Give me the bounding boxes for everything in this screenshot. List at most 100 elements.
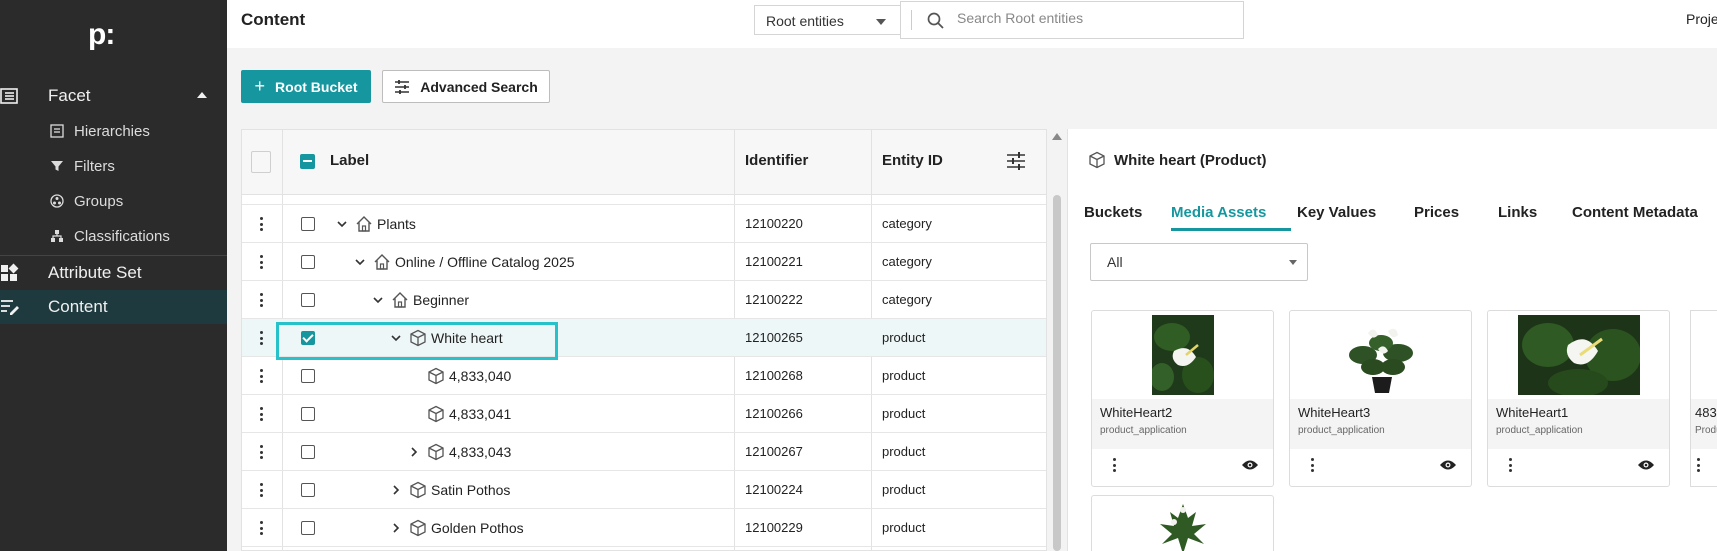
chevron-down-icon[interactable] xyxy=(353,255,367,269)
advanced-search-button[interactable]: Advanced Search xyxy=(382,70,550,103)
collapse-caret-icon[interactable] xyxy=(197,92,207,98)
table-row[interactable]: Satin Pothos 12100224 product xyxy=(242,471,1046,509)
eye-icon[interactable] xyxy=(1241,459,1259,471)
row-identifier: 12100220 xyxy=(745,216,803,231)
row-identifier: 12100222 xyxy=(745,292,803,307)
chevron-down-icon[interactable] xyxy=(371,293,385,307)
select-all-checkbox[interactable] xyxy=(300,154,315,169)
row-entity-id: product xyxy=(882,482,926,497)
scroll-up-arrow-icon[interactable] xyxy=(1052,133,1062,140)
search-box[interactable] xyxy=(900,1,1244,39)
row-menu-icon[interactable] xyxy=(257,405,265,423)
sidebar-item-classifications[interactable]: Classifications xyxy=(50,221,170,251)
row-checkbox[interactable] xyxy=(301,255,315,269)
plant-photo-image xyxy=(1517,315,1640,395)
product-cube-icon xyxy=(410,329,426,347)
sidebar-item-groups[interactable]: Groups xyxy=(50,186,123,216)
project-selector[interactable]: Proje xyxy=(1686,11,1717,27)
column-header-identifier[interactable]: Identifier xyxy=(745,152,808,169)
row-checkbox[interactable] xyxy=(301,483,315,497)
table-row[interactable]: Beginner 12100222 category xyxy=(242,281,1046,319)
asset-menu-icon[interactable] xyxy=(1113,458,1117,472)
row-menu-icon[interactable] xyxy=(257,291,265,309)
media-asset-card[interactable]: WhiteHeart1 product_application xyxy=(1487,310,1670,487)
row-menu-icon[interactable] xyxy=(257,519,265,537)
asset-menu-icon[interactable] xyxy=(1697,458,1701,472)
sidebar: p: Facet Hierarchies Filters Groups Clas xyxy=(0,0,227,551)
plant-photo-image xyxy=(1337,315,1424,395)
tab-key-values[interactable]: Key Values xyxy=(1297,204,1376,221)
table-row-partial xyxy=(242,195,1046,205)
row-checkbox[interactable] xyxy=(301,407,315,421)
media-asset-card-partial[interactable] xyxy=(1091,495,1274,551)
tab-prices[interactable]: Prices xyxy=(1414,204,1459,221)
row-menu-icon[interactable] xyxy=(257,253,265,271)
row-identifier: 12100224 xyxy=(745,482,803,497)
tab-buckets[interactable]: Buckets xyxy=(1084,204,1142,221)
asset-menu-icon[interactable] xyxy=(1311,458,1315,472)
table-row[interactable]: 4,833,043 12100267 product xyxy=(242,433,1046,471)
sidebar-item-content[interactable]: Content xyxy=(0,290,227,324)
asset-filter-value: All xyxy=(1107,254,1123,270)
row-checkbox[interactable] xyxy=(301,369,315,383)
asset-name: WhiteHeart1 xyxy=(1496,405,1569,420)
sidebar-item-filters[interactable]: Filters xyxy=(50,151,115,181)
tab-media-assets[interactable]: Media Assets xyxy=(1171,204,1266,221)
row-menu-icon[interactable] xyxy=(257,443,265,461)
chevron-right-icon[interactable] xyxy=(389,521,403,535)
search-input[interactable] xyxy=(957,10,1227,26)
row-checkbox[interactable] xyxy=(301,293,315,307)
chevron-down-icon[interactable] xyxy=(335,217,349,231)
entity-type-select-value: Root entities xyxy=(766,13,844,29)
table-row[interactable]: 4,833,040 12100268 product xyxy=(242,357,1046,395)
sidebar-item-facet[interactable]: Facet xyxy=(0,79,227,113)
sidebar-item-content-label: Content xyxy=(48,297,108,316)
row-checkbox[interactable] xyxy=(301,521,315,535)
column-header-entity-id[interactable]: Entity ID xyxy=(882,152,943,169)
row-checkbox[interactable] xyxy=(301,445,315,459)
root-bucket-button[interactable]: + Root Bucket xyxy=(241,70,371,103)
table-row[interactable]: Golden Pothos 12100229 product xyxy=(242,509,1046,547)
asset-filter-select[interactable]: All xyxy=(1090,243,1308,281)
chevron-down-icon[interactable] xyxy=(389,331,403,345)
table-row[interactable]: Online / Offline Catalog 2025 12100221 c… xyxy=(242,243,1046,281)
row-checkbox[interactable] xyxy=(301,217,315,231)
row-label: White heart xyxy=(431,330,503,346)
media-asset-card-partial[interactable]: 483 Produ xyxy=(1690,310,1717,487)
row-label: Online / Offline Catalog 2025 xyxy=(395,254,575,270)
row-menu-icon[interactable] xyxy=(257,215,265,233)
active-tab-underline xyxy=(1171,228,1291,231)
sidebar-item-attribute-set[interactable]: Attribute Set xyxy=(0,256,227,290)
row-menu-icon[interactable] xyxy=(257,481,265,499)
column-settings-icon[interactable] xyxy=(1006,151,1026,171)
asset-menu-icon[interactable] xyxy=(1509,458,1513,472)
table-row-selected[interactable]: White heart 12100265 product xyxy=(242,319,1046,357)
table-row[interactable]: 4,833,041 12100266 product xyxy=(242,395,1046,433)
sidebar-item-hierarchies[interactable]: Hierarchies xyxy=(50,116,150,146)
row-menu-icon[interactable] xyxy=(257,367,265,385)
row-identifier: 12100268 xyxy=(745,368,803,383)
tab-content-metadata[interactable]: Content Metadata xyxy=(1572,204,1698,221)
eye-icon[interactable] xyxy=(1637,459,1655,471)
media-asset-card[interactable]: WhiteHeart2 product_application xyxy=(1091,310,1274,487)
media-asset-card[interactable]: WhiteHeart3 product_application xyxy=(1289,310,1472,487)
table-scrollbar[interactable] xyxy=(1050,129,1064,551)
entity-type-select[interactable]: Root entities xyxy=(754,5,900,35)
row-label: Satin Pothos xyxy=(431,482,511,498)
chevron-right-icon[interactable] xyxy=(407,445,421,459)
eye-icon[interactable] xyxy=(1439,459,1457,471)
product-cube-icon xyxy=(410,481,426,499)
tab-links[interactable]: Links xyxy=(1498,204,1537,221)
grid-icon xyxy=(1,263,19,281)
sliders-icon xyxy=(395,79,410,94)
groups-icon xyxy=(50,194,64,208)
detail-title: White heart (Product) xyxy=(1088,151,1267,169)
chevron-right-icon[interactable] xyxy=(389,483,403,497)
row-label: Beginner xyxy=(413,292,470,308)
table-row[interactable]: Plants 12100220 category xyxy=(242,205,1046,243)
row-checkbox-checked[interactable] xyxy=(301,331,315,345)
column-header-label[interactable]: Label xyxy=(330,152,369,169)
row-menu-icon[interactable] xyxy=(257,329,265,347)
asset-info: WhiteHeart2 product_application xyxy=(1092,399,1273,449)
scrollbar-thumb[interactable] xyxy=(1053,195,1061,551)
